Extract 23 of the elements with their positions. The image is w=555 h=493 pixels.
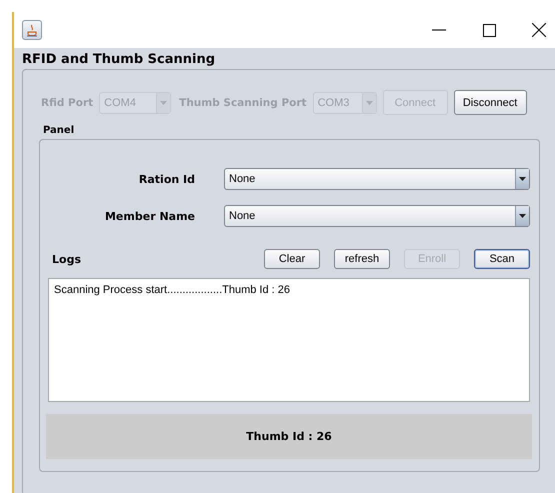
- log-button[interactable]: refresh: [334, 249, 390, 269]
- port-label: Thumb Scanning Port: [179, 96, 307, 108]
- close-icon: [532, 23, 546, 37]
- panel-title: Panel: [43, 125, 76, 136]
- caret-icon: [519, 177, 526, 181]
- field-label: Ration Id: [138, 172, 195, 186]
- java-cup-icon: [22, 20, 42, 40]
- log-text-area[interactable]: Scanning Process start..................Thumb Id : 26: [48, 278, 530, 402]
- caret-icon: [160, 100, 168, 104]
- minimize-icon: [432, 29, 446, 31]
- caret-icon: [366, 100, 373, 104]
- select-dropdown[interactable]: None: [224, 168, 530, 190]
- connection-button[interactable]: Disconnect: [454, 90, 527, 115]
- maximize-icon: [482, 24, 496, 36]
- caret-icon: [519, 214, 526, 218]
- field-label: Member Name: [104, 210, 195, 222]
- select-dropdown[interactable]: None: [224, 205, 530, 227]
- logs-label: Logs: [52, 252, 81, 266]
- port-label: Rfid Port: [41, 96, 94, 108]
- log-button[interactable]: Scan: [474, 249, 530, 269]
- section-title: RFID and Thumb Scanning: [22, 52, 216, 67]
- log-button[interactable]: Clear: [264, 249, 320, 269]
- status-label: Thumb Id : 26: [46, 414, 532, 459]
